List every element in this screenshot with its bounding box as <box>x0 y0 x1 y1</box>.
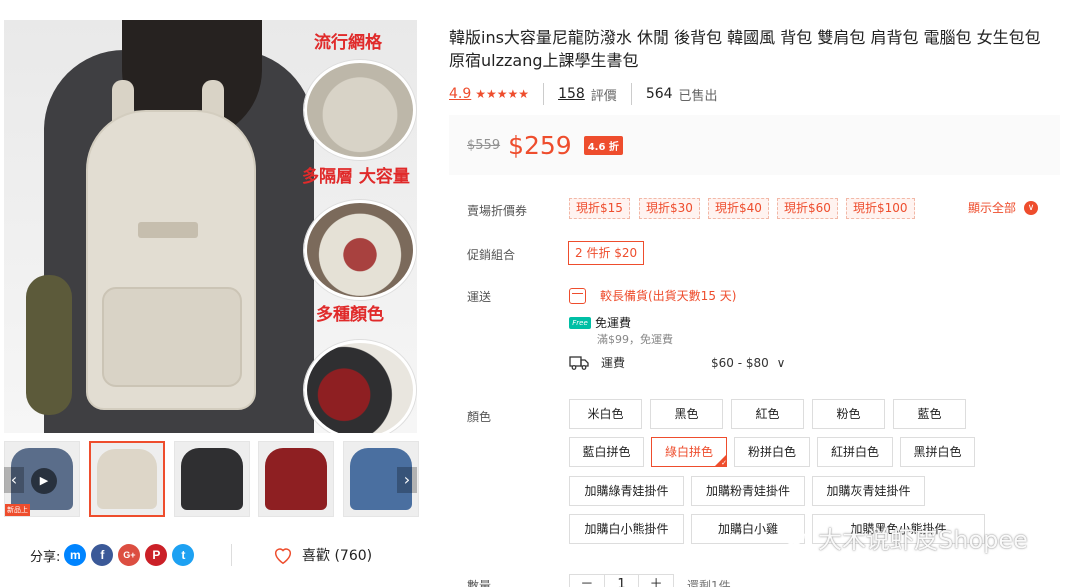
feature-label-capacity: 多隔層 大容量 <box>302 167 410 187</box>
check-icon <box>714 454 727 468</box>
voucher-chip[interactable]: 現折$100 <box>846 198 915 219</box>
main-product-image[interactable]: 流行網格 多隔層 大容量 多種顏色 <box>4 20 417 433</box>
divider <box>543 83 545 105</box>
like-button[interactable]: 喜歡 (760) <box>272 542 372 568</box>
heart-icon <box>274 548 292 565</box>
feature-label-grid: 流行網格 <box>314 33 382 53</box>
price-panel: $559 $259 4.6 折 <box>449 115 1060 175</box>
variation-option[interactable]: 粉色 <box>812 399 885 429</box>
feature-photo-capacity <box>304 200 416 300</box>
wechat-icon <box>783 526 811 548</box>
twitter-icon[interactable]: t <box>172 544 195 566</box>
show-all-vouchers-button[interactable]: 顯示全部 ∨ <box>968 199 1039 216</box>
preorder-line: 較長備貨(出貨天數15 天) <box>569 287 736 304</box>
feature-photo-grid <box>304 60 416 160</box>
pinterest-icon[interactable]: P <box>145 544 168 566</box>
backpack-logo <box>138 222 198 238</box>
review-count[interactable]: 158 <box>558 86 585 102</box>
variation-option[interactable]: 粉拼白色 <box>734 437 810 467</box>
free-shipping-line: Free 免運費 <box>569 314 631 331</box>
truck-icon <box>569 355 589 370</box>
free-shipping-icon: Free <box>569 316 591 329</box>
quantity-decrease-button[interactable]: － <box>570 575 605 587</box>
rating-value[interactable]: 4.9 <box>449 86 471 102</box>
share-bar: 分享: m f G+ P t <box>30 542 199 568</box>
divider <box>630 83 632 105</box>
voucher-chip[interactable]: 現折$40 <box>708 198 769 219</box>
shipping-label: 運送 <box>467 290 492 304</box>
variation-option[interactable]: 紅色 <box>731 399 804 429</box>
voucher-label: 賣場折價券 <box>467 204 528 218</box>
sale-price: $259 <box>508 130 572 160</box>
sold-label: 已售出 <box>678 88 718 104</box>
thumbnail-image <box>265 448 327 510</box>
backpack <box>86 110 256 410</box>
rating-row: 4.9 ★★★★★ 158 評價 564 已售出 <box>449 83 718 105</box>
share-label: 分享: <box>30 549 61 565</box>
variation-option[interactable]: 紅拼白色 <box>817 437 893 467</box>
thumbnail-strip: ▶ 新品上 ‹ › <box>4 441 419 519</box>
facebook-icon[interactable]: f <box>91 544 114 566</box>
quantity-increase-button[interactable]: ＋ <box>639 575 673 587</box>
selected-option-label: 綠白拼色 <box>664 445 713 459</box>
shipping-fee-label: 運費 <box>601 356 626 370</box>
variation-option[interactable]: 黑拼白色 <box>900 437 975 467</box>
product-title: 韓版ins大容量尼龍防潑水 休閒 後背包 韓國風 背包 雙肩包 肩背包 電腦包 … <box>449 28 1041 70</box>
chevron-left-icon[interactable]: ‹ <box>4 467 24 493</box>
thumbnail-selected[interactable] <box>89 441 165 517</box>
frog-keychain <box>26 275 72 415</box>
variation-option[interactable]: 藍白拼色 <box>569 437 644 467</box>
thumbnail-item[interactable] <box>258 441 334 517</box>
variation-option-selected[interactable]: 綠白拼色 <box>651 437 727 468</box>
color-label: 顏色 <box>467 410 492 424</box>
voucher-chip[interactable]: 現折$60 <box>777 198 838 219</box>
variation-option[interactable]: 加購綠青娃掛件 <box>569 476 684 506</box>
play-icon[interactable]: ▶ <box>31 468 57 494</box>
combo-deal-chip[interactable]: 2 件折 $20 <box>568 241 645 265</box>
variation-option[interactable]: 黑色 <box>650 399 723 429</box>
thumbnail-item[interactable] <box>174 441 250 517</box>
voucher-chip[interactable]: 現折$30 <box>639 198 700 219</box>
like-count: 喜歡 (760) <box>302 548 373 564</box>
shipping-fee-dropdown[interactable]: $60 - $80 ∨ <box>711 356 785 370</box>
backpack-pocket <box>102 287 242 387</box>
variation-option[interactable]: 加購粉青娃掛件 <box>691 476 805 506</box>
thumbnail-image <box>181 448 243 510</box>
feature-label-colors: 多種顏色 <box>316 305 384 325</box>
quantity-stepper: － 1 ＋ <box>569 574 674 587</box>
calendar-icon <box>569 287 586 304</box>
show-all-label: 顯示全部 <box>968 201 1017 215</box>
shipping-fee-line: 運費 $60 - $80 ∨ <box>569 354 785 371</box>
watermark-text: 大木说虾皮Shopee <box>818 526 1028 554</box>
sold-count: 564 <box>645 86 673 102</box>
shipping-fee-range: $60 - $80 <box>711 355 769 370</box>
original-price: $559 <box>467 137 501 153</box>
quantity-label: 數量 <box>467 579 492 587</box>
variation-option[interactable]: 藍色 <box>893 399 966 429</box>
thumbnail-tag: 新品上 <box>5 504 30 516</box>
messenger-icon[interactable]: m <box>64 544 87 566</box>
quantity-input[interactable]: 1 <box>605 575 640 587</box>
watermark: 大木说虾皮Shopee <box>782 520 1028 555</box>
variation-option[interactable]: 加購白小熊掛件 <box>569 514 684 544</box>
stock-remaining: 還剩1件 <box>687 579 731 587</box>
review-label: 評價 <box>590 88 617 104</box>
google-plus-icon[interactable]: G+ <box>118 544 141 566</box>
feature-photo-colors <box>304 340 416 433</box>
variation-option[interactable]: 米白色 <box>569 399 642 429</box>
chevron-right-icon[interactable]: › <box>397 467 417 493</box>
free-shipping-label: 免運費 <box>595 316 632 330</box>
combo-label: 促銷組合 <box>467 248 516 262</box>
chevron-down-icon: ∨ <box>1024 200 1039 215</box>
thumbnail-image <box>97 449 157 509</box>
preorder-text: 較長備貨(出貨天數15 天) <box>600 289 737 303</box>
star-rating-icon: ★★★★★ <box>475 87 530 101</box>
discount-badge: 4.6 折 <box>583 135 623 155</box>
voucher-chip[interactable]: 現折$15 <box>569 198 630 219</box>
variation-option[interactable]: 加購灰青娃掛件 <box>812 476 925 506</box>
share-divider <box>231 544 232 566</box>
chevron-down-icon: ∨ <box>776 355 786 370</box>
free-shipping-condition: 滿$99，免運費 <box>597 333 673 346</box>
